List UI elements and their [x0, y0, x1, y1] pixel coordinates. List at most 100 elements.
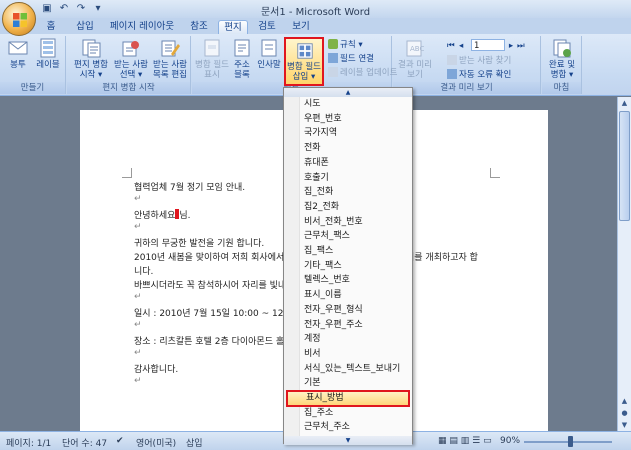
find-recipient-button[interactable]: 받는 사람 찾기	[447, 55, 511, 67]
greeting-line-button[interactable]: 인사말	[255, 38, 283, 70]
group-start-merge: 편지 병합 시작 ▾ 받는 사람 선택 ▾ 받는 사람 목록 편집 편지 병합 시작	[67, 36, 191, 94]
doc-line: ↵	[134, 292, 142, 302]
full-screen-icon[interactable]: ▤	[449, 436, 458, 446]
envelopes-button[interactable]: 봉투	[6, 38, 30, 70]
previous-page-icon[interactable]: ▲	[618, 395, 631, 407]
highlight-merge-fields-button[interactable]: 병합 필드 표시	[194, 38, 230, 80]
svg-text:ABC: ABC	[410, 45, 424, 53]
tab-view[interactable]: 보기	[286, 20, 316, 34]
doc-line: ↵	[134, 320, 142, 330]
dropdown-item[interactable]: 텔렉스_번호	[304, 273, 409, 288]
update-labels-button[interactable]: 레이블 업데이트	[328, 67, 397, 79]
doc-line: 귀하의 무궁한 발전을 기원 합니다.	[134, 239, 265, 249]
dropdown-item[interactable]: 우편_번호	[304, 112, 409, 127]
zoom-slider-knob[interactable]	[568, 436, 573, 447]
group-label-start-merge: 편지 병합 시작	[67, 82, 190, 94]
next-record-icon[interactable]: ▸	[505, 40, 517, 52]
start-mail-merge-button[interactable]: 편지 병합 시작 ▾	[71, 38, 111, 80]
doc-line-fragment: 의를 개최하고자 합	[406, 253, 478, 263]
auto-check-icon	[447, 69, 457, 79]
doc-line: ↵	[134, 376, 142, 386]
page-count[interactable]: 페이지: 1/1	[6, 436, 51, 449]
finish-merge-icon	[553, 39, 571, 58]
word-count[interactable]: 단어 수: 47	[62, 436, 107, 449]
select-recipients-button[interactable]: 받는 사람 선택 ▾	[112, 38, 150, 80]
draft-icon[interactable]: ▭	[483, 436, 492, 446]
redo-icon[interactable]: ↷	[74, 2, 88, 16]
scroll-up-icon[interactable]: ▲	[618, 97, 631, 109]
dropdown-item[interactable]: 집2_전화	[304, 200, 409, 215]
match-fields-icon	[328, 53, 338, 63]
dropdown-item[interactable]: 기타_팩스	[304, 259, 409, 274]
dropdown-item[interactable]: 표시_이름	[304, 288, 409, 303]
margin-corner	[490, 168, 500, 178]
doc-line: 바쁘시더라도 꼭 참석하시어 자리를 빛내	[134, 281, 287, 291]
browse-object-icon[interactable]: ●	[618, 407, 631, 419]
record-number-input[interactable]: 1	[471, 39, 505, 51]
tab-insert[interactable]: 삽입	[70, 20, 100, 34]
tab-page-layout[interactable]: 페이지 레이아웃	[106, 20, 178, 34]
match-fields-button[interactable]: 필드 연결	[328, 53, 374, 65]
proofing-icon[interactable]: ✔	[116, 436, 124, 446]
web-layout-icon[interactable]: ▥	[461, 436, 470, 446]
vertical-scrollbar[interactable]: ▲ ▲ ● ▼	[617, 97, 631, 431]
auto-check-errors-button[interactable]: 자동 오류 확인	[447, 69, 511, 81]
finish-merge-button[interactable]: 완료 및 병합 ▾	[544, 38, 580, 80]
outline-icon[interactable]: ☰	[472, 436, 480, 446]
address-block-button[interactable]: 주소 블록	[230, 38, 254, 80]
dropdown-item[interactable]: 전자_우편_주소	[304, 318, 409, 333]
tab-review[interactable]: 검토	[252, 20, 282, 34]
doc-line: ↵	[134, 222, 142, 232]
print-layout-icon[interactable]: ▦	[438, 436, 447, 446]
quick-access-toolbar: ▣ ↶ ↷ ▾	[40, 2, 105, 16]
dropdown-item[interactable]: 호출기	[304, 171, 409, 186]
labels-icon	[40, 38, 56, 58]
office-logo-icon	[13, 13, 27, 27]
last-record-icon[interactable]: ⏭	[517, 40, 529, 52]
tab-references[interactable]: 참조	[184, 20, 214, 34]
dropdown-item[interactable]: 근무처_주소	[304, 420, 409, 435]
dropdown-scroll-down-icon[interactable]: ▼	[284, 436, 412, 445]
customize-qat-icon[interactable]: ▾	[91, 2, 105, 16]
edit-recipient-list-button[interactable]: 받는 사람 목록 편집	[151, 38, 189, 80]
zoom-level[interactable]: 90%	[500, 436, 520, 446]
dropdown-item[interactable]: 시도	[304, 97, 409, 112]
dropdown-item[interactable]: 계정	[304, 332, 409, 347]
dropdown-item[interactable]: 기본	[304, 376, 409, 391]
insert-field-icon	[297, 43, 313, 59]
insert-mode[interactable]: 삽입	[186, 436, 203, 449]
dropdown-item[interactable]: 근무처_팩스	[304, 229, 409, 244]
doc-line: 니다.	[134, 267, 154, 277]
dropdown-item[interactable]: 국가지역	[304, 126, 409, 141]
dropdown-item[interactable]: 전화	[304, 141, 409, 156]
first-record-icon[interactable]: ⏮	[447, 40, 459, 52]
dropdown-item[interactable]: 집_주소	[304, 406, 409, 421]
labels-button[interactable]: 레이블	[34, 38, 62, 70]
view-buttons: ▦ ▤ ▥ ☰ ▭	[438, 436, 492, 446]
preview-results-button[interactable]: ABC 결과 미리 보기	[395, 38, 435, 80]
dropdown-item[interactable]: 휴대폰	[304, 156, 409, 171]
next-page-icon[interactable]: ▼	[618, 419, 631, 431]
dropdown-item[interactable]: 전자_우편_형식	[304, 303, 409, 318]
scroll-thumb[interactable]	[619, 111, 630, 221]
office-button[interactable]	[2, 2, 36, 36]
dropdown-item-selected[interactable]: 표시_방법	[286, 390, 410, 407]
previous-record-icon[interactable]: ◂	[459, 40, 471, 52]
dropdown-item[interactable]: 비서_전화_번호	[304, 215, 409, 230]
insert-merge-field-button[interactable]: 병합 필드 삽입 ▾	[284, 37, 324, 86]
dropdown-scroll-up-icon[interactable]: ▲	[284, 88, 412, 97]
rules-button[interactable]: 규칙 ▾	[328, 39, 363, 51]
undo-icon[interactable]: ↶	[57, 2, 71, 16]
tab-home[interactable]: 홈	[38, 20, 64, 34]
dropdown-item[interactable]: 서식_있는_텍스트_보내기	[304, 362, 409, 377]
group-preview: ABC 결과 미리 보기 ⏮ ◂ 1 ▸ ⏭ 받는 사람 찾기 자동 오류 확인 결과 미…	[393, 36, 541, 94]
doc-line: ↵	[134, 194, 142, 204]
dropdown-item[interactable]: 비서	[304, 347, 409, 362]
tab-mailings[interactable]: 편지	[218, 20, 248, 34]
dropdown-item[interactable]: 집_팩스	[304, 244, 409, 259]
group-label-finish: 마침	[542, 82, 581, 94]
doc-line: 협력업체 7월 정기 모임 안내.	[134, 183, 246, 193]
save-icon[interactable]: ▣	[40, 2, 54, 16]
language-status[interactable]: 영어(미국)	[136, 436, 176, 449]
dropdown-item[interactable]: 집_전화	[304, 185, 409, 200]
